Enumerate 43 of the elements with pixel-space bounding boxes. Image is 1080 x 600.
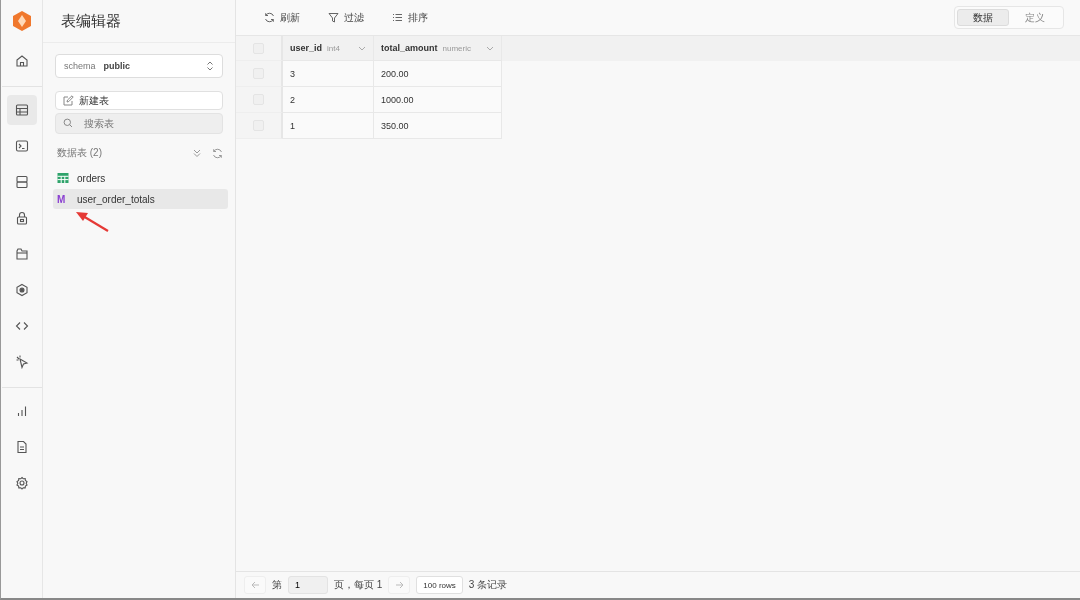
new-table-button[interactable]: 新建表 (55, 91, 223, 110)
sort-button[interactable]: 排序 (384, 7, 436, 28)
filter-button[interactable]: 过滤 (320, 7, 372, 28)
refresh-icon (264, 12, 275, 23)
next-page-button[interactable] (388, 576, 411, 594)
page-size-label: 页，每页 1 (334, 578, 383, 592)
table-cell: 200.00 (374, 61, 502, 87)
edit-icon (63, 95, 74, 106)
search-field[interactable]: 搜索表 (55, 113, 223, 134)
list-icon (392, 12, 403, 23)
search-icon (63, 118, 73, 128)
rows-per-page-button[interactable]: 100 rows (416, 576, 463, 594)
chevron-up-down-icon (206, 60, 214, 72)
page-label: 第 (272, 578, 282, 592)
record-count: 3 条记录 (468, 578, 508, 592)
table-icon[interactable] (6, 95, 37, 125)
chevron-down-icon[interactable] (486, 45, 494, 51)
arrow-right-icon (394, 581, 404, 589)
collapse-icon[interactable] (192, 148, 202, 158)
table-cell: 1000.00 (374, 87, 502, 113)
column-header[interactable]: user_id int4 (283, 36, 374, 61)
table-cell: 350.00 (374, 113, 502, 139)
schema-select[interactable]: schema public (55, 54, 223, 78)
page-input[interactable]: 1 (288, 576, 328, 594)
arrow-left-icon (250, 581, 260, 589)
view-tab[interactable]: 数据 (957, 9, 1009, 26)
table-cell: 1 (283, 113, 374, 139)
table-cell: 2 (283, 87, 374, 113)
column-header[interactable]: total_amount numeric (374, 36, 502, 61)
chevron-down-icon[interactable] (358, 45, 366, 51)
table-list-item[interactable]: orders (53, 168, 228, 188)
table-icon (57, 172, 69, 184)
filter-icon (328, 12, 339, 23)
table-list-item[interactable]: M user_order_totals (53, 189, 228, 209)
refresh-button[interactable]: 刷新 (256, 7, 308, 28)
previous-page-button[interactable] (244, 576, 266, 594)
refresh-icon[interactable] (212, 147, 223, 159)
panel-title: 表编辑器 (43, 0, 235, 43)
logo-icon (11, 10, 32, 32)
section-title: 数据表 (2) (57, 146, 102, 160)
view-tab[interactable]: 定义 (1009, 9, 1061, 26)
arrow-annotation (75, 210, 109, 232)
table-cell: 3 (283, 61, 374, 87)
